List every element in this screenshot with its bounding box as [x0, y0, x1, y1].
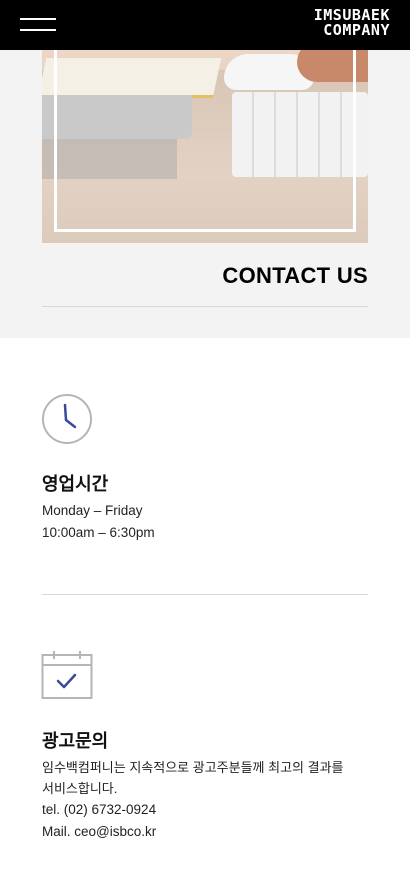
- calendar-check-icon: [41, 651, 93, 699]
- hamburger-menu-icon[interactable]: [20, 14, 56, 34]
- top-header: IMSUBAEK COMPANY: [0, 0, 410, 50]
- inquiry-tel[interactable]: tel. (02) 6732-0924: [42, 799, 156, 821]
- logo-line-2: COMPANY: [323, 21, 390, 39]
- inquiry-mail[interactable]: Mail. ceo@isbco.kr: [42, 821, 156, 843]
- hours-title: 영업시간: [42, 474, 109, 494]
- title-underline: [42, 306, 368, 307]
- inquiry-desc-line2: 서비스합니다.: [42, 781, 118, 796]
- menu-line-top: [20, 18, 56, 20]
- hours-time: 10:00am – 6:30pm: [42, 525, 155, 540]
- hero-section: CONTACT US: [0, 50, 410, 338]
- section-divider: [42, 594, 368, 595]
- clock-icon: [42, 394, 92, 444]
- inquiry-title: 광고문의: [42, 731, 109, 751]
- company-logo[interactable]: IMSUBAEK COMPANY: [290, 8, 390, 38]
- hero-image: [42, 50, 368, 243]
- page-title: CONTACT US: [222, 263, 368, 288]
- hours-days: Monday – Friday: [42, 503, 143, 518]
- menu-line-bottom: [20, 29, 56, 31]
- image-frame: [54, 50, 356, 232]
- inquiry-desc-line1: 임수백컴퍼니는 지속적으로 광고주분들께 최고의 결과를: [42, 760, 344, 775]
